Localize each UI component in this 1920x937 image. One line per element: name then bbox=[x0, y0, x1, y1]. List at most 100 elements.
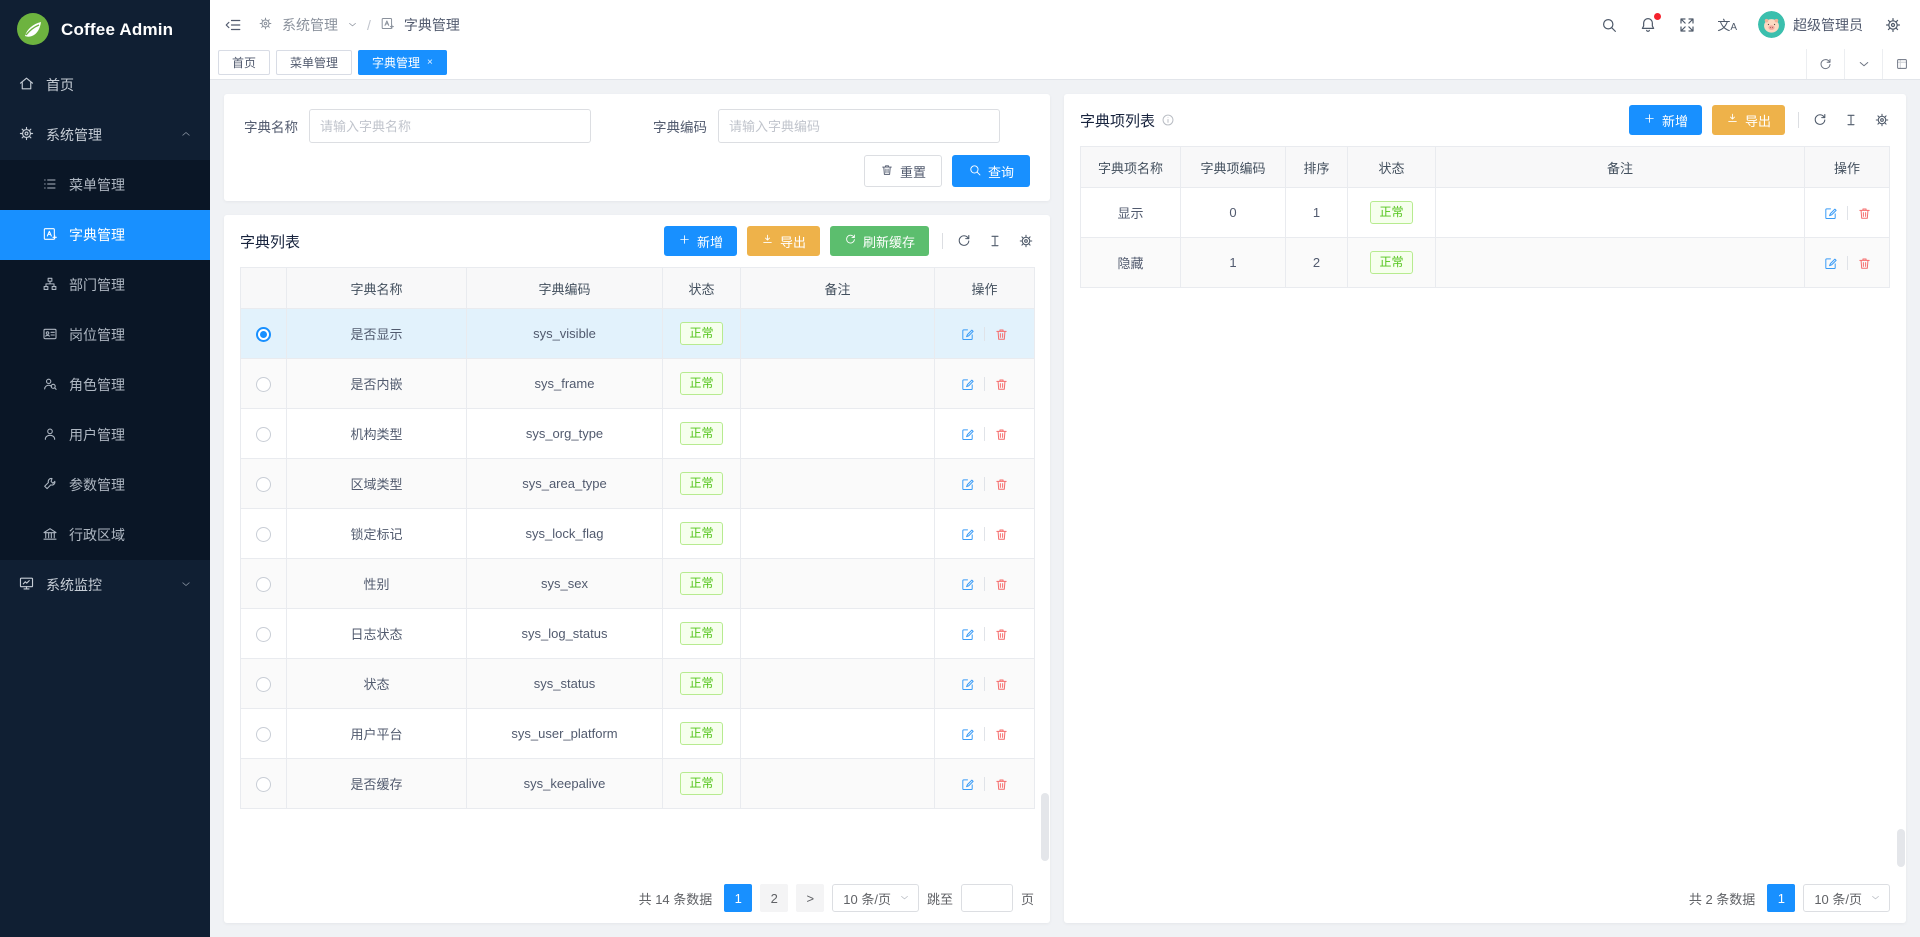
row-radio[interactable] bbox=[256, 377, 271, 392]
table-row[interactable]: 显示 0 1 正常 bbox=[1081, 188, 1890, 238]
translate-icon[interactable]: 文A bbox=[1717, 15, 1737, 34]
jump-page-input[interactable] bbox=[961, 884, 1013, 912]
edit-icon[interactable] bbox=[960, 527, 975, 542]
delete-icon[interactable] bbox=[1857, 256, 1872, 271]
sidebar-item-post-management[interactable]: 岗位管理 bbox=[0, 310, 210, 360]
row-radio[interactable] bbox=[256, 627, 271, 642]
edit-icon[interactable] bbox=[960, 777, 975, 792]
sidebar-item-dict-management[interactable]: 字典管理 bbox=[0, 210, 210, 260]
sidebar-item-dept-management[interactable]: 部门管理 bbox=[0, 260, 210, 310]
sidebar-group-monitor[interactable]: 系统监控 bbox=[0, 560, 210, 610]
table-row[interactable]: 区域类型 sys_area_type 正常 bbox=[241, 459, 1035, 509]
table-row[interactable]: 用户平台 sys_user_platform 正常 bbox=[241, 709, 1035, 759]
next-page-button[interactable]: > bbox=[796, 884, 824, 912]
dict-name-input[interactable] bbox=[309, 109, 591, 143]
table-settings-gear-icon[interactable] bbox=[1874, 112, 1890, 128]
sidebar-item-user-management[interactable]: 用户管理 bbox=[0, 410, 210, 460]
page-size-select[interactable]: 10 条/页 bbox=[1803, 884, 1890, 912]
main-area: 系统管理 / 字典管理 文A 超级管理员 首页 bbox=[210, 0, 1920, 937]
table-row[interactable]: 状态 sys_status 正常 bbox=[241, 659, 1035, 709]
edit-icon[interactable] bbox=[960, 427, 975, 442]
sidebar-item-role-management[interactable]: 角色管理 bbox=[0, 360, 210, 410]
user-menu[interactable]: 超级管理员 bbox=[1758, 11, 1863, 38]
delete-icon[interactable] bbox=[994, 427, 1009, 442]
edit-icon[interactable] bbox=[960, 627, 975, 642]
delete-icon[interactable] bbox=[994, 377, 1009, 392]
scrollbar-thumb[interactable] bbox=[1041, 793, 1049, 861]
table-row[interactable]: 是否内嵌 sys_frame 正常 bbox=[241, 359, 1035, 409]
table-row[interactable]: 是否缓存 sys_keepalive 正常 bbox=[241, 759, 1035, 809]
tabs-dropdown-icon[interactable] bbox=[1844, 49, 1882, 79]
export-dict-button[interactable]: 导出 bbox=[747, 226, 820, 256]
add-dict-item-button[interactable]: 新增 bbox=[1629, 105, 1702, 135]
table-row[interactable]: 性别 sys_sex 正常 bbox=[241, 559, 1035, 609]
settings-gear-icon[interactable] bbox=[1884, 16, 1902, 34]
page-button-1[interactable]: 1 bbox=[1767, 884, 1795, 912]
table-row[interactable]: 隐藏 1 2 正常 bbox=[1081, 238, 1890, 288]
table-settings-gear-icon[interactable] bbox=[1018, 233, 1034, 249]
edit-icon[interactable] bbox=[1823, 206, 1838, 221]
tab-dict-management[interactable]: 字典管理 × bbox=[358, 50, 447, 75]
tabs-maximize-icon[interactable] bbox=[1882, 49, 1920, 79]
query-button[interactable]: 查询 bbox=[952, 155, 1030, 187]
table-row[interactable]: 机构类型 sys_org_type 正常 bbox=[241, 409, 1035, 459]
delete-icon[interactable] bbox=[994, 627, 1009, 642]
export-dict-item-button[interactable]: 导出 bbox=[1712, 105, 1785, 135]
search-icon[interactable] bbox=[1600, 16, 1618, 34]
edit-icon[interactable] bbox=[960, 377, 975, 392]
refresh-cache-button[interactable]: 刷新缓存 bbox=[830, 226, 929, 256]
row-radio[interactable] bbox=[256, 527, 271, 542]
row-radio[interactable] bbox=[256, 677, 271, 692]
sidebar-item-menu-management[interactable]: 菜单管理 bbox=[0, 160, 210, 210]
fullscreen-icon[interactable] bbox=[1678, 16, 1696, 34]
sidebar-collapse-icon[interactable] bbox=[224, 16, 242, 34]
sidebar-item-param-management[interactable]: 参数管理 bbox=[0, 460, 210, 510]
table-refresh-icon[interactable] bbox=[1812, 112, 1828, 128]
table-density-icon[interactable] bbox=[987, 233, 1003, 249]
row-radio[interactable] bbox=[256, 727, 271, 742]
edit-icon[interactable] bbox=[960, 577, 975, 592]
jump-suffix: 页 bbox=[1021, 889, 1034, 908]
table-refresh-icon[interactable] bbox=[956, 233, 972, 249]
page-button-1[interactable]: 1 bbox=[724, 884, 752, 912]
edit-icon[interactable] bbox=[1823, 256, 1838, 271]
edit-icon[interactable] bbox=[960, 477, 975, 492]
breadcrumb-level1[interactable]: 系统管理 bbox=[282, 15, 338, 35]
row-radio[interactable] bbox=[256, 477, 271, 492]
row-radio[interactable] bbox=[256, 427, 271, 442]
tab-home[interactable]: 首页 bbox=[218, 50, 270, 75]
reset-button[interactable]: 重置 bbox=[864, 155, 942, 187]
tab-menu-management[interactable]: 菜单管理 bbox=[276, 50, 352, 75]
delete-icon[interactable] bbox=[1857, 206, 1872, 221]
dict-list-title: 字典列表 bbox=[240, 231, 300, 252]
row-radio[interactable] bbox=[256, 577, 271, 592]
scrollbar-thumb[interactable] bbox=[1897, 829, 1905, 867]
edit-icon[interactable] bbox=[960, 727, 975, 742]
delete-icon[interactable] bbox=[994, 727, 1009, 742]
delete-icon[interactable] bbox=[994, 327, 1009, 342]
delete-icon[interactable] bbox=[994, 477, 1009, 492]
sidebar-item-admin-region[interactable]: 行政区域 bbox=[0, 510, 210, 560]
row-radio[interactable] bbox=[256, 777, 271, 792]
notification-bell-icon[interactable] bbox=[1639, 16, 1657, 34]
table-row[interactable]: 日志状态 sys_log_status 正常 bbox=[241, 609, 1035, 659]
sidebar-group-system[interactable]: 系统管理 bbox=[0, 110, 210, 160]
table-density-icon[interactable] bbox=[1843, 112, 1859, 128]
tabs-refresh-icon[interactable] bbox=[1806, 49, 1844, 79]
edit-icon[interactable] bbox=[960, 677, 975, 692]
row-radio[interactable] bbox=[256, 327, 271, 342]
page-size-select[interactable]: 10 条/页 bbox=[832, 884, 919, 912]
app-logo[interactable]: Coffee Admin bbox=[0, 0, 210, 60]
delete-icon[interactable] bbox=[994, 577, 1009, 592]
edit-icon[interactable] bbox=[960, 327, 975, 342]
delete-icon[interactable] bbox=[994, 677, 1009, 692]
delete-icon[interactable] bbox=[994, 777, 1009, 792]
add-dict-button[interactable]: 新增 bbox=[664, 226, 737, 256]
table-row[interactable]: 锁定标记 sys_lock_flag 正常 bbox=[241, 509, 1035, 559]
page-button-2[interactable]: 2 bbox=[760, 884, 788, 912]
delete-icon[interactable] bbox=[994, 527, 1009, 542]
table-row[interactable]: 是否显示 sys_visible 正常 bbox=[241, 309, 1035, 359]
dict-code-input[interactable] bbox=[718, 109, 1000, 143]
sidebar-item-home[interactable]: 首页 bbox=[0, 60, 210, 110]
tab-close-icon[interactable]: × bbox=[427, 57, 433, 68]
